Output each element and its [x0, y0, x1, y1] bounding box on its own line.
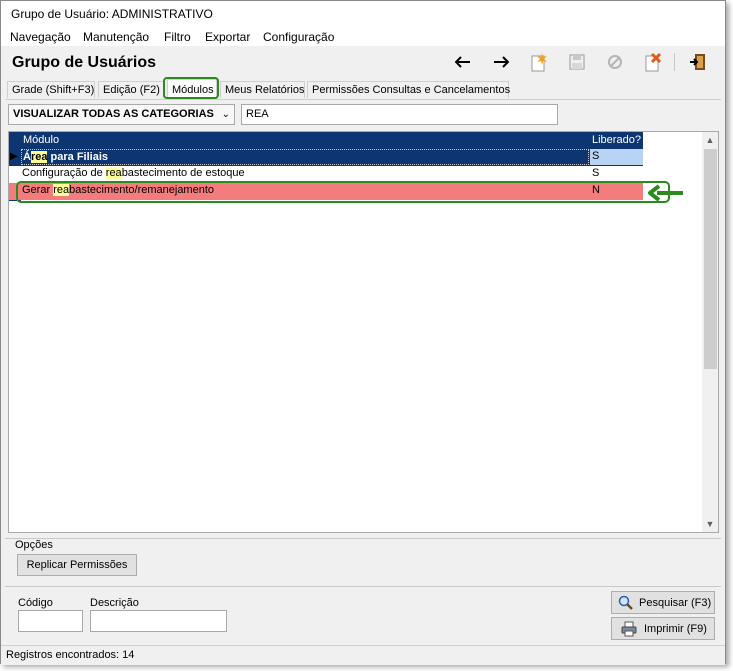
description-label: Descrição — [90, 597, 139, 609]
cell-modulo: Configuração de reabastecimento de estoq… — [22, 167, 245, 179]
tab-permissoes[interactable]: Permissões Consultas e Cancelamentos — [307, 81, 510, 98]
tab-callout-highlight — [163, 77, 219, 99]
menu-filtro[interactable]: Filtro — [164, 30, 191, 44]
new-icon[interactable] — [528, 52, 550, 72]
description-field[interactable] — [90, 610, 227, 632]
row-callout-highlight — [16, 181, 670, 203]
search-panel: Código Descrição Pesquisar (F3) Imprimir… — [5, 586, 721, 643]
arrow-right-icon[interactable] — [490, 52, 512, 72]
exit-icon[interactable] — [687, 52, 709, 72]
table-row[interactable]: ▶ Área para Filiais S — [9, 149, 643, 166]
print-button[interactable]: Imprimir (F9) — [611, 617, 715, 640]
row-indicator-icon: ▶ — [10, 151, 18, 162]
scroll-thumb[interactable] — [704, 149, 717, 369]
options-section: Opções Replicar Permissões — [5, 538, 721, 581]
cell-modulo: Área para Filiais — [21, 149, 589, 165]
column-header-liberado[interactable]: Liberado? — [592, 134, 641, 146]
category-select[interactable]: VISUALIZAR TODAS AS CATEGORIAS ⌄ — [8, 104, 235, 125]
menu-configuracao[interactable]: Configuração — [263, 30, 334, 44]
main-window: Grupo de Usuário: ADMINISTRATIVO Navegaç… — [0, 0, 726, 665]
column-header-modulo[interactable]: Módulo — [23, 134, 59, 146]
scroll-down-icon[interactable]: ▼ — [702, 516, 718, 532]
cell-liberado[interactable]: S — [590, 149, 643, 165]
delete-icon[interactable] — [642, 52, 664, 72]
grid-header: Módulo Liberado? — [9, 132, 643, 149]
tab-grade[interactable]: Grade (Shift+F3) — [7, 81, 95, 98]
menu-manutencao[interactable]: Manutenção — [83, 30, 149, 44]
cell-liberado[interactable]: S — [590, 166, 643, 182]
tab-edicao[interactable]: Edição (F2) — [98, 81, 164, 98]
replicate-permissions-button[interactable]: Replicar Permissões — [17, 554, 137, 576]
tab-meus-relatorios[interactable]: Meus Relatórios — [220, 81, 305, 98]
search-icon — [618, 595, 634, 614]
save-icon[interactable] — [566, 52, 588, 72]
chevron-down-icon: ⌄ — [221, 109, 230, 120]
arrow-left-icon[interactable] — [452, 52, 474, 72]
print-button-label: Imprimir (F9) — [644, 623, 707, 635]
toolbar-separator — [674, 53, 675, 71]
vertical-scrollbar[interactable]: ▲ ▼ — [702, 132, 718, 532]
code-field[interactable] — [18, 610, 83, 632]
search-button-label: Pesquisar (F3) — [639, 597, 712, 609]
menu-bar: Navegação Manutenção Filtro Exportar Con… — [1, 28, 725, 46]
cancel-icon[interactable] — [604, 52, 626, 72]
options-label: Opções — [15, 539, 53, 551]
window-title: Grupo de Usuário: ADMINISTRATIVO — [11, 7, 213, 21]
search-input[interactable]: REA — [241, 104, 558, 125]
callout-arrow-icon — [648, 184, 683, 202]
category-value: VISUALIZAR TODAS AS CATEGORIAS — [13, 108, 214, 120]
menu-exportar[interactable]: Exportar — [205, 30, 250, 44]
scroll-up-icon[interactable]: ▲ — [702, 132, 718, 148]
code-label: Código — [18, 597, 53, 609]
records-count: Registros encontrados: 14 — [6, 649, 135, 661]
status-bar: Registros encontrados: 14 — [1, 645, 725, 665]
page-title: Grupo de Usuários — [12, 54, 157, 71]
printer-icon — [621, 621, 637, 640]
title-bar: Grupo de Usuário: ADMINISTRATIVO — [1, 1, 725, 28]
menu-navegacao[interactable]: Navegação — [10, 30, 71, 44]
page-header: Grupo de Usuários — [1, 46, 725, 78]
search-button[interactable]: Pesquisar (F3) — [611, 591, 715, 614]
